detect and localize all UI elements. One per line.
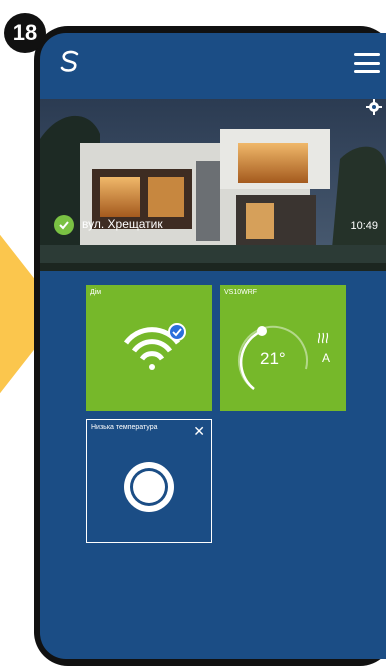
close-icon[interactable]: ✕ <box>193 424 205 438</box>
hamburger-menu-icon[interactable] <box>354 53 380 73</box>
tile-label: VS10WRF <box>224 289 258 296</box>
check-circle-icon <box>54 215 74 235</box>
heating-icon <box>317 332 329 344</box>
app-screen: вул. Хрещатик 10:49 Дім VS10WRF 21° A Ни… <box>40 33 386 659</box>
thermostat-mode: A <box>322 351 331 365</box>
step-number-badge: 18 <box>4 13 46 53</box>
location-banner[interactable] <box>40 99 386 271</box>
tile-low-temperature[interactable]: Низька температура ✕ <box>86 419 212 543</box>
tile-label: Дім <box>90 289 102 296</box>
salus-s-logo-icon[interactable] <box>56 47 84 75</box>
ring-button-icon <box>124 462 174 512</box>
tile-thermostat[interactable]: VS10WRF 21° A <box>220 285 346 411</box>
tile-label: Низька температура <box>91 424 158 431</box>
tile-home-gateway[interactable]: Дім <box>86 285 212 411</box>
gear-icon[interactable] <box>366 99 382 115</box>
wifi-check-icon <box>168 323 186 341</box>
app-header <box>40 33 386 93</box>
location-address: вул. Хрещатик <box>82 217 163 231</box>
location-time: 10:49 <box>350 220 378 232</box>
house-photo <box>40 99 386 271</box>
thermostat-temperature: 21° <box>260 349 286 368</box>
